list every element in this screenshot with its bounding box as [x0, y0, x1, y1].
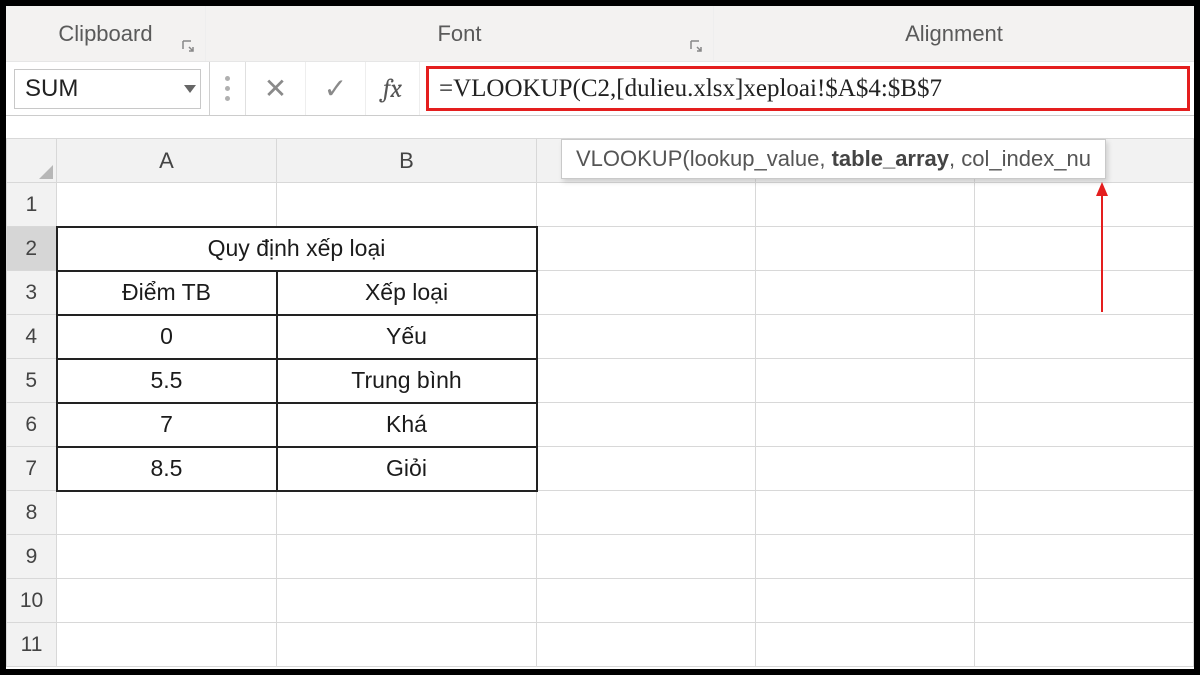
row-header-3[interactable]: 3 [7, 271, 57, 315]
cell-d3[interactable] [756, 271, 975, 315]
tooltip-fn-name: VLOOKUP [576, 146, 682, 171]
cell-c8[interactable] [537, 491, 756, 535]
function-arguments-tooltip[interactable]: VLOOKUP(lookup_value, table_array, col_i… [561, 139, 1106, 179]
cell-c11[interactable] [537, 623, 756, 667]
enter-formula-button[interactable]: ✓ [306, 62, 366, 115]
cell-b11[interactable] [277, 623, 537, 667]
ribbon-group-labels: Clipboard Font Alignment [6, 6, 1194, 62]
cell-c2[interactable] [537, 227, 756, 271]
cell-c6[interactable] [537, 403, 756, 447]
cell-e3[interactable] [975, 271, 1194, 315]
row-header-10[interactable]: 10 [7, 579, 57, 623]
cell-a6[interactable]: 7 [57, 403, 277, 447]
vertical-dots-icon [225, 76, 230, 101]
cell-d8[interactable] [756, 491, 975, 535]
cell-c7[interactable] [537, 447, 756, 491]
header-cell-a3[interactable]: Điểm TB [57, 271, 277, 315]
column-header-b[interactable]: B [277, 139, 537, 183]
cell-b10[interactable] [277, 579, 537, 623]
cell-e5[interactable] [975, 359, 1194, 403]
cell-a7[interactable]: 8.5 [57, 447, 277, 491]
cell-b7[interactable]: Giỏi [277, 447, 537, 491]
cell-a11[interactable] [57, 623, 277, 667]
cell-b9[interactable] [277, 535, 537, 579]
close-icon: ✕ [264, 72, 287, 105]
cell-d11[interactable] [756, 623, 975, 667]
cell-a4[interactable]: 0 [57, 315, 277, 359]
ribbon-group-clipboard-label: Clipboard [58, 21, 152, 47]
cell-a9[interactable] [57, 535, 277, 579]
cell-e10[interactable] [975, 579, 1194, 623]
cell-d1[interactable] [756, 183, 975, 227]
cell-e2[interactable] [975, 227, 1194, 271]
ribbon-group-font: Font [206, 6, 714, 61]
cell-c10[interactable] [537, 579, 756, 623]
cell-b4[interactable]: Yếu [277, 315, 537, 359]
row-header-6[interactable]: 6 [7, 403, 57, 447]
chevron-down-icon [184, 85, 196, 93]
cell-e8[interactable] [975, 491, 1194, 535]
tooltip-arg-1: lookup_value [690, 146, 820, 171]
row-header-2[interactable]: 2 [7, 227, 57, 271]
cell-a10[interactable] [57, 579, 277, 623]
row-header-4[interactable]: 4 [7, 315, 57, 359]
cell-c5[interactable] [537, 359, 756, 403]
font-dialog-launcher-icon[interactable] [687, 37, 705, 55]
cell-a1[interactable] [57, 183, 277, 227]
header-cell-b3[interactable]: Xếp loại [277, 271, 537, 315]
cell-b6[interactable]: Khá [277, 403, 537, 447]
cell-d7[interactable] [756, 447, 975, 491]
cell-d6[interactable] [756, 403, 975, 447]
name-box-value: SUM [25, 75, 78, 103]
row-header-1[interactable]: 1 [7, 183, 57, 227]
cell-e1[interactable] [975, 183, 1194, 227]
cell-d9[interactable] [756, 535, 975, 579]
ribbon-group-clipboard: Clipboard [6, 6, 206, 61]
clipboard-dialog-launcher-icon[interactable] [179, 37, 197, 55]
formula-text: =VLOOKUP(C2,[dulieu.xlsx]xeploai!$A$4:$B… [439, 75, 942, 103]
cell-e6[interactable] [975, 403, 1194, 447]
cell-b5[interactable]: Trung bình [277, 359, 537, 403]
formula-bar-input[interactable]: =VLOOKUP(C2,[dulieu.xlsx]xeploai!$A$4:$B… [426, 66, 1190, 111]
tooltip-arg-2: table_array [832, 146, 949, 171]
cell-d2[interactable] [756, 227, 975, 271]
cell-e11[interactable] [975, 623, 1194, 667]
ribbon-group-font-label: Font [437, 21, 481, 47]
cell-d5[interactable] [756, 359, 975, 403]
cell-c4[interactable] [537, 315, 756, 359]
ribbon-group-alignment: Alignment [714, 6, 1194, 61]
select-all-corner[interactable] [7, 139, 57, 183]
cell-d4[interactable] [756, 315, 975, 359]
column-header-a[interactable]: A [57, 139, 277, 183]
name-box[interactable]: SUM [14, 69, 201, 109]
tooltip-arg-3: col_index_nu [961, 146, 1091, 171]
cell-c9[interactable] [537, 535, 756, 579]
cell-e4[interactable] [975, 315, 1194, 359]
cell-a8[interactable] [57, 491, 277, 535]
row-header-5[interactable]: 5 [7, 359, 57, 403]
merged-title-cell[interactable]: Quy định xếp loại [57, 227, 537, 271]
cell-e7[interactable] [975, 447, 1194, 491]
row-header-8[interactable]: 8 [7, 491, 57, 535]
ribbon-group-alignment-label: Alignment [905, 21, 1003, 47]
cell-c3[interactable] [537, 271, 756, 315]
worksheet-grid[interactable]: VLOOKUP(lookup_value, table_array, col_i… [6, 138, 1194, 667]
check-icon: ✓ [324, 72, 347, 105]
cell-c1[interactable] [537, 183, 756, 227]
row-header-7[interactable]: 7 [7, 447, 57, 491]
cell-b1[interactable] [277, 183, 537, 227]
cell-b8[interactable] [277, 491, 537, 535]
row-header-9[interactable]: 9 [7, 535, 57, 579]
cell-d10[interactable] [756, 579, 975, 623]
cancel-formula-button[interactable]: ✕ [246, 62, 306, 115]
insert-function-button[interactable]: fx [366, 62, 420, 115]
formula-bar-options[interactable] [210, 62, 246, 115]
row-header-11[interactable]: 11 [7, 623, 57, 667]
cell-a5[interactable]: 5.5 [57, 359, 277, 403]
fx-icon: fx [383, 74, 402, 104]
cell-e9[interactable] [975, 535, 1194, 579]
formula-bar-row: SUM ✕ ✓ fx =VLOOKUP(C2,[dulieu.xlsx]xepl… [6, 62, 1194, 116]
